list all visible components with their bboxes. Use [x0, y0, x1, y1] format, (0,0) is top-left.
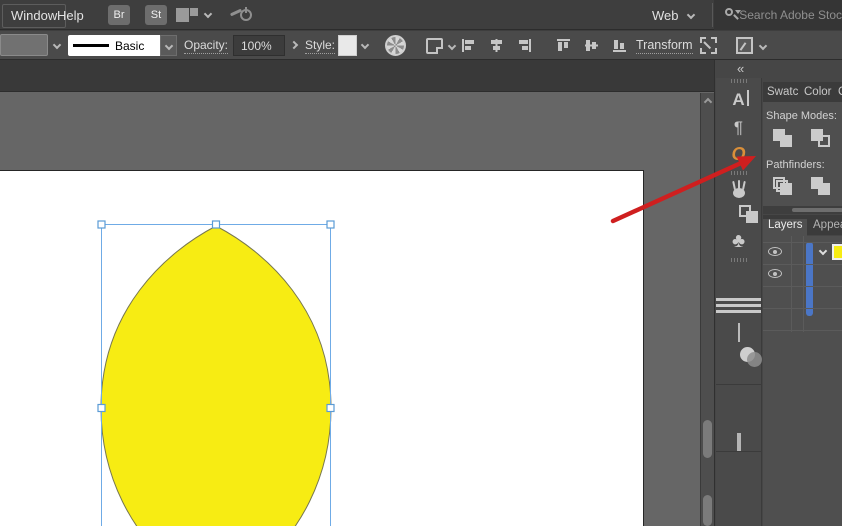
stroke-style-select[interactable]: Basic [68, 35, 160, 56]
canvas-vertical-scrollbar[interactable] [700, 93, 714, 526]
shape-options-chevron[interactable] [758, 41, 768, 51]
workspace-switcher[interactable]: Web [652, 0, 695, 30]
panel-dock: « A ¶ O ♣ Swatc Color Shape Modes: Pathf… [714, 60, 842, 526]
panel-gripper[interactable] [731, 171, 747, 175]
paragraph-panel-icon[interactable]: ¶ [716, 118, 761, 138]
swatch-chevron-icon[interactable] [52, 40, 62, 50]
opacity-value: 100% [241, 38, 272, 53]
stroke-preview-line [73, 44, 109, 47]
menubar-divider [712, 3, 713, 27]
layers-row-line [763, 286, 842, 287]
search-placeholder: Search Adobe Stoc [739, 8, 842, 22]
opentype-panel-icon[interactable]: O [716, 144, 761, 165]
transform-link[interactable]: Transform [636, 38, 693, 54]
document-setup-icon[interactable] [426, 38, 443, 54]
document-setup-chevron[interactable] [447, 41, 457, 51]
tab-swatches[interactable]: Swatc [767, 86, 798, 98]
layers-row-line [763, 264, 842, 265]
control-bar: Basic Opacity: 100% Style: Transform [0, 31, 842, 60]
opacity-input[interactable]: 100% [233, 35, 285, 56]
style-chevron-icon[interactable] [360, 40, 370, 50]
scroll-up-icon[interactable] [703, 97, 713, 107]
collapse-panels-icon[interactable]: « [737, 61, 744, 76]
opacity-expand-icon[interactable] [289, 40, 299, 50]
hidden-panel-icon[interactable] [716, 433, 761, 452]
panel-gripper[interactable] [731, 79, 747, 83]
minus-front-button[interactable] [810, 129, 836, 151]
graphic-style-swatch[interactable] [338, 35, 357, 56]
fill-swatch-dropdown[interactable] [0, 34, 48, 56]
search-icon [725, 8, 741, 22]
stroke-style-chevron[interactable] [160, 35, 177, 56]
layer-expand-icon[interactable] [818, 246, 828, 256]
layers-tab-bar: Layers Appea [763, 215, 842, 240]
free-transform-icon[interactable] [700, 37, 717, 54]
panel-icon-strip: A ¶ O ♣ [716, 78, 762, 526]
layer-thumbnail[interactable] [832, 244, 842, 260]
recolor-artwork-icon[interactable] [385, 35, 406, 56]
strip-divider [716, 451, 761, 452]
artboard[interactable] [0, 170, 644, 526]
expanded-panels: Swatc Color C Shape Modes: Pathfinders: … [763, 60, 842, 526]
arrange-documents-chevron-icon[interactable] [203, 9, 213, 19]
workspace-value: Web [652, 7, 679, 23]
scrollbar-thumb[interactable] [703, 420, 712, 458]
align-right-icon[interactable] [517, 38, 532, 53]
arrange-documents-icon[interactable] [176, 8, 198, 22]
search-adobe-stock-field[interactable]: Search Adobe Stoc [714, 0, 842, 30]
hscroll-thumb[interactable] [792, 208, 842, 212]
scrollbar-thumb-lower[interactable] [703, 495, 712, 526]
opacity-label[interactable]: Opacity: [184, 38, 229, 54]
layers-row-line [763, 330, 842, 331]
shape-modes-label: Shape Modes: [766, 110, 837, 122]
chevron-down-icon [686, 10, 695, 20]
style-label[interactable]: Style: [305, 38, 336, 54]
brushes-panel-icon[interactable] [716, 178, 761, 205]
tab-color[interactable]: Color [804, 86, 831, 98]
tab-appearance[interactable]: Appea [813, 219, 842, 231]
layer-visibility-icon[interactable] [768, 247, 784, 258]
layers-grid-line [791, 236, 792, 332]
align-top-icon[interactable] [556, 38, 571, 53]
stock-button[interactable]: St [145, 5, 167, 25]
align-middle-icon[interactable] [584, 38, 599, 53]
pathfinders-label: Pathfinders: [766, 159, 825, 171]
menu-help[interactable]: Help [57, 8, 84, 23]
layer-selection-bar [806, 242, 813, 316]
sync-status-icon[interactable] [229, 7, 252, 23]
pathfinder-tab-bar: Swatc Color C [763, 82, 842, 102]
gradient-panel-icon[interactable] [716, 323, 761, 342]
canvas-area[interactable] [0, 60, 714, 526]
layers-row-line [763, 242, 842, 243]
divide-button[interactable] [772, 177, 798, 199]
stroke-style-value: Basic [115, 38, 145, 53]
unite-button[interactable] [772, 129, 798, 151]
panel-gripper[interactable] [731, 258, 747, 262]
illustrator-window: Window Help Br St Web Search Adobe Stoc … [0, 0, 842, 526]
align-bottom-icon[interactable] [612, 38, 627, 53]
align-left-icon[interactable] [461, 38, 476, 53]
bridge-button[interactable]: Br [108, 5, 130, 25]
symbols-panel-icon[interactable]: ♣ [716, 230, 761, 253]
layers-panel [763, 236, 842, 526]
shape-options-icon[interactable] [736, 37, 753, 54]
strip-divider [716, 384, 761, 385]
pathfinder-horizontal-scrollbar[interactable] [763, 206, 842, 214]
layer-visibility-icon[interactable] [768, 269, 784, 280]
layers-row-line [763, 308, 842, 309]
character-panel-icon[interactable]: A [716, 90, 761, 110]
stroke-panel-icon[interactable] [716, 298, 761, 313]
canvas-top-band [0, 60, 714, 92]
trim-button[interactable] [810, 177, 836, 199]
tab-truncated[interactable]: C [838, 86, 842, 98]
align-center-icon[interactable] [489, 38, 504, 53]
pathfinder-panel: Shape Modes: Pathfinders: [763, 102, 842, 206]
layers-grid-line [803, 236, 804, 332]
menu-bar: Window Help Br St Web Search Adobe Stoc [0, 0, 842, 30]
tab-layers[interactable]: Layers [768, 219, 803, 231]
